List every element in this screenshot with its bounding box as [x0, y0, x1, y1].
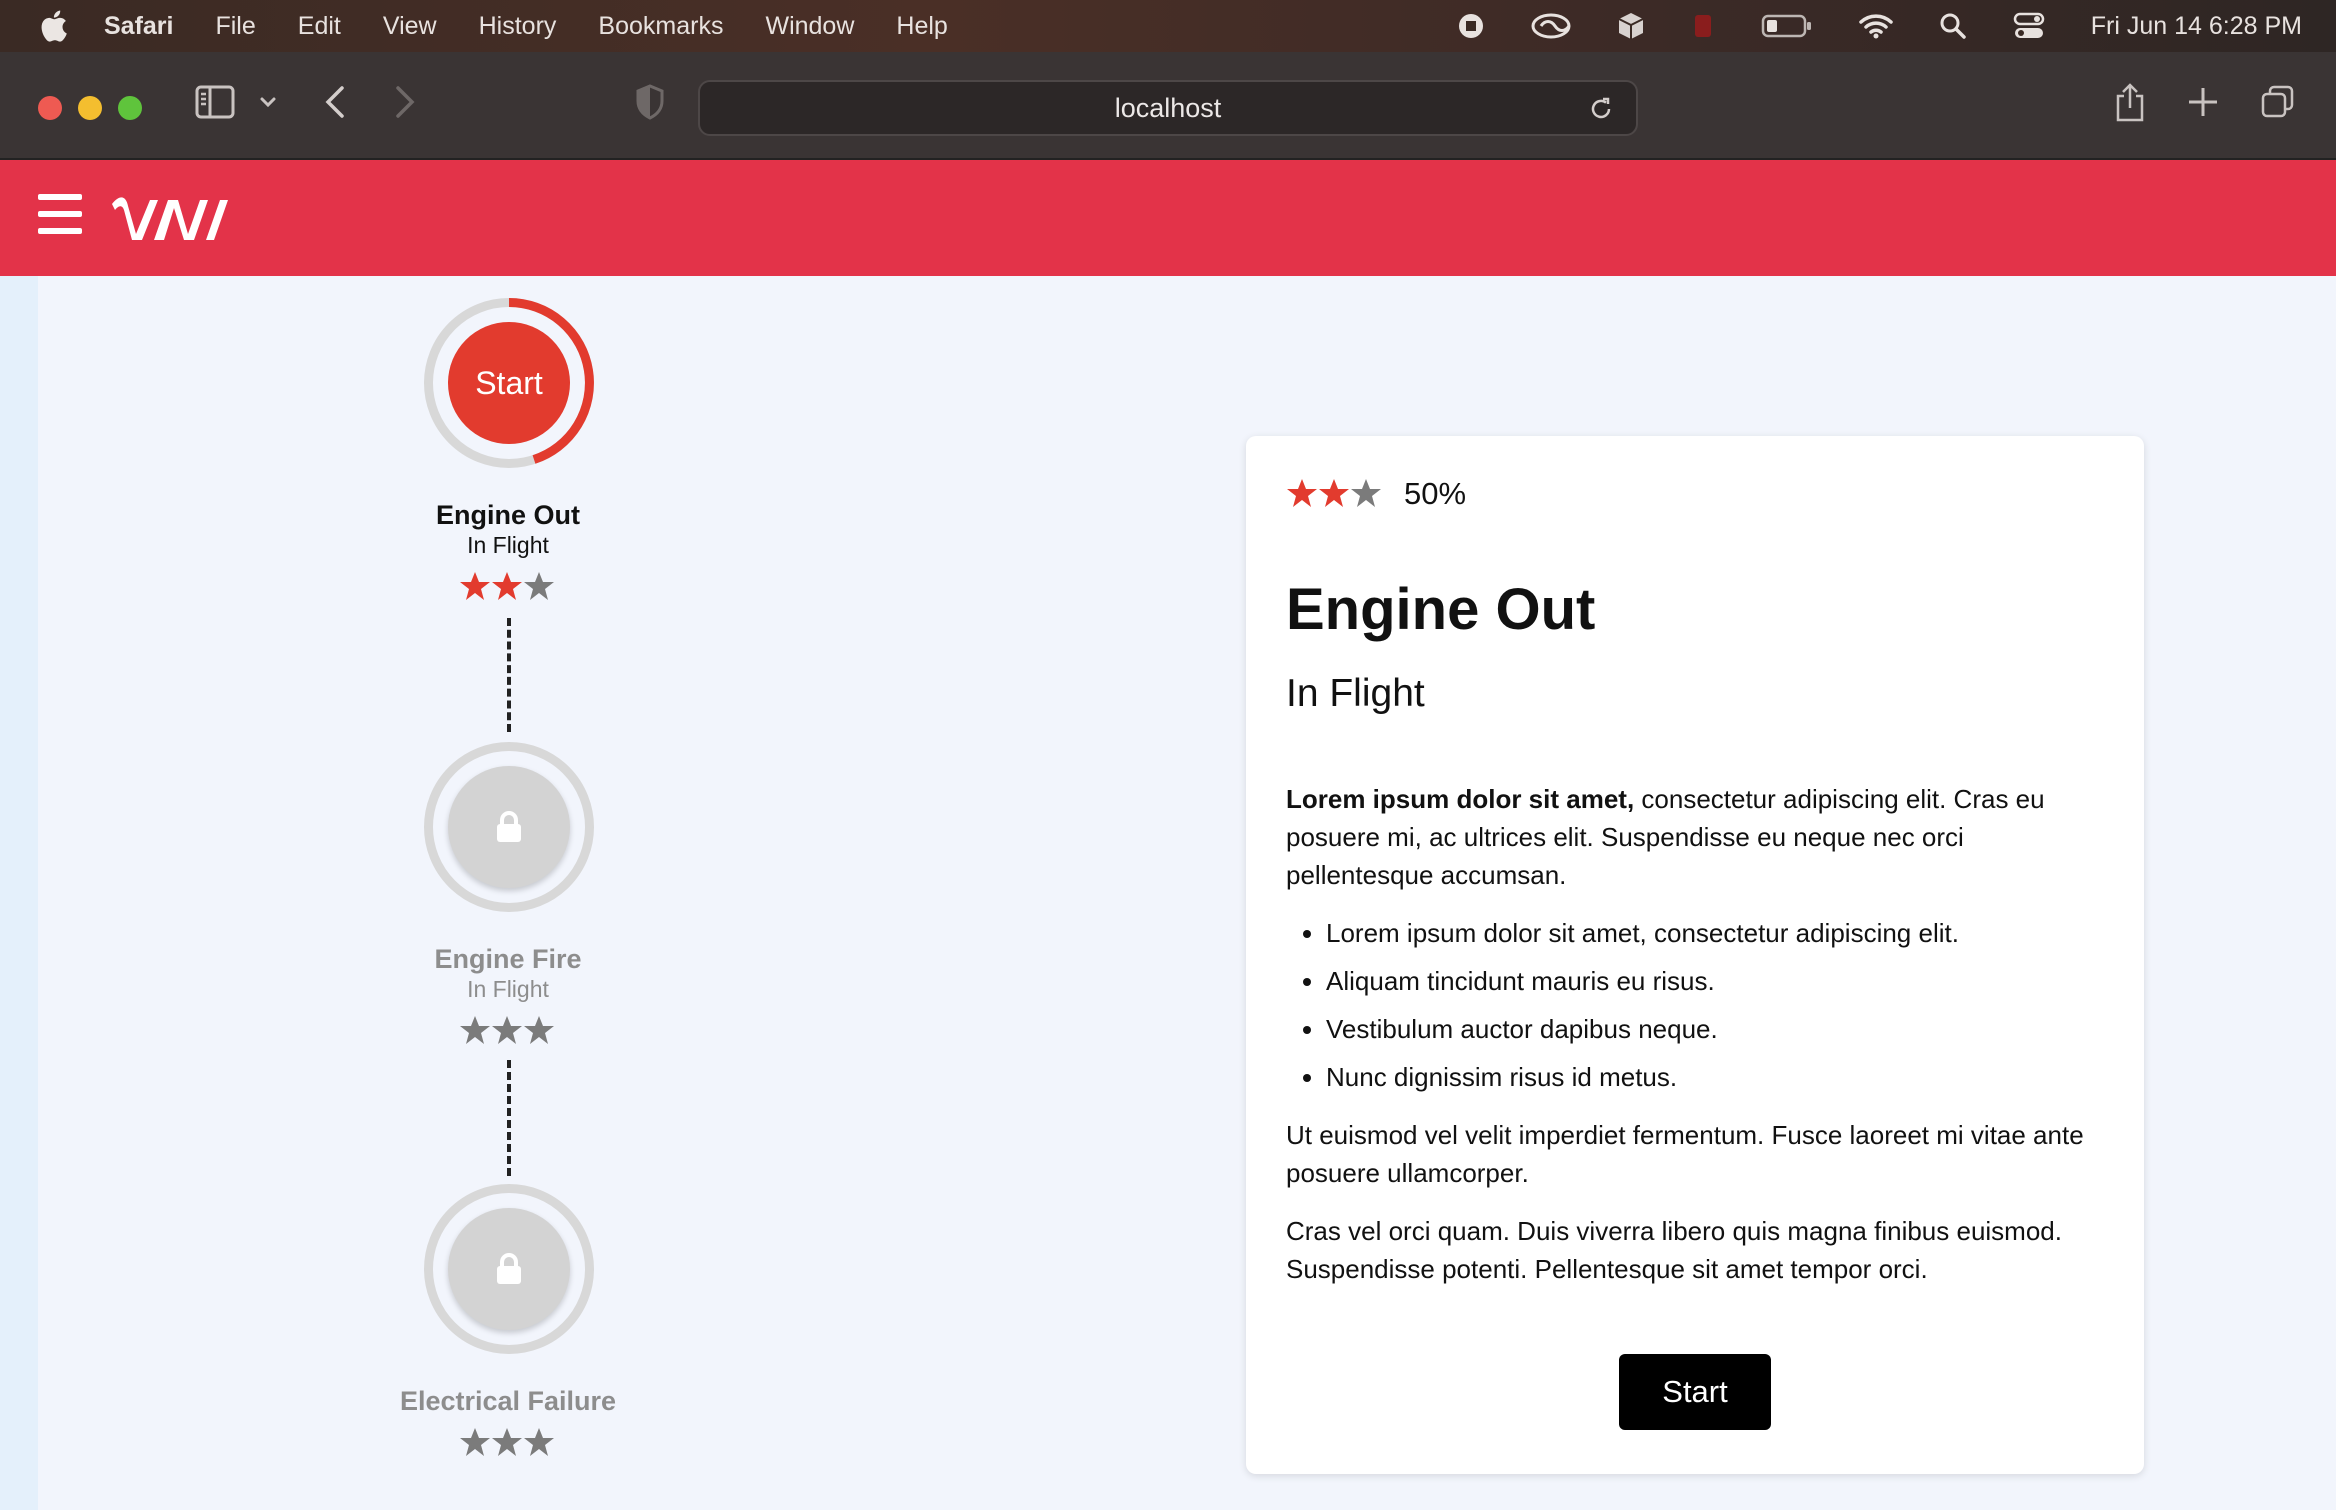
bullet-list: Lorem ipsum dolor sit amet, consectetur … — [1326, 914, 2116, 1096]
menu-edit[interactable]: Edit — [298, 12, 341, 41]
window-close-button[interactable] — [38, 96, 62, 120]
locked-node-button[interactable] — [448, 1208, 570, 1330]
browser-toolbar: localhost — [0, 52, 2336, 160]
privacy-shield-icon[interactable] — [634, 82, 666, 122]
menu-app-name[interactable]: Safari — [104, 12, 173, 41]
star-empty-icon — [524, 1428, 554, 1456]
lesson-detail-card: 50% Engine Out In Flight Lorem ipsum dol… — [1246, 436, 2144, 1474]
star-empty-icon — [492, 1428, 522, 1456]
share-icon[interactable] — [2114, 82, 2146, 124]
star-filled-icon — [1287, 479, 1317, 507]
star-filled-icon — [460, 572, 490, 600]
list-item: Aliquam tincidunt mauris eu risus. — [1326, 962, 2116, 1000]
card-description: Lorem ipsum dolor sit amet, consectetur … — [1286, 780, 2116, 1308]
list-item: Vestibulum auctor dapibus neque. — [1326, 1010, 2116, 1048]
app-header — [0, 160, 2336, 276]
menubar-clock[interactable]: Fri Jun 14 6:28 PM — [2091, 12, 2302, 41]
lock-icon — [497, 1253, 521, 1284]
menu-help[interactable]: Help — [896, 12, 947, 41]
menu-view[interactable]: View — [383, 12, 437, 41]
wifi-icon[interactable] — [1859, 13, 1893, 39]
completion-percent: 50% — [1404, 476, 1467, 511]
node-title-engine-out: Engine Out — [436, 500, 580, 530]
forward-arrow-icon[interactable] — [392, 82, 418, 122]
menu-window[interactable]: Window — [765, 12, 854, 41]
control-center-icon[interactable] — [2013, 12, 2045, 40]
paragraph-3: Cras vel orci quam. Duis viverra libero … — [1286, 1216, 2062, 1284]
back-arrow-icon[interactable] — [322, 82, 348, 122]
node-title-electrical-failure: Electrical Failure — [399, 1386, 617, 1416]
star-filled-icon — [1319, 479, 1349, 507]
start-node-label: Start — [475, 364, 543, 401]
path-node-engine-out[interactable]: Start — [424, 298, 594, 468]
card-rating: 50% — [1286, 476, 1466, 512]
list-item: Lorem ipsum dolor sit amet, consectetur … — [1326, 914, 2116, 952]
card-subtitle: In Flight — [1286, 672, 1425, 715]
app-status-icon[interactable] — [1691, 11, 1715, 41]
star-empty-icon — [460, 1428, 490, 1456]
node-stars-electrical-failure — [459, 1426, 559, 1460]
star-filled-icon — [492, 572, 522, 600]
start-button[interactable]: Start — [1619, 1354, 1771, 1430]
menu-bookmarks[interactable]: Bookmarks — [598, 12, 723, 41]
menu-file[interactable]: File — [215, 12, 255, 41]
star-empty-icon — [492, 1016, 522, 1044]
node-subtitle-engine-out: In Flight — [467, 532, 549, 558]
address-bar[interactable]: localhost — [698, 80, 1638, 136]
screen-record-icon[interactable] — [1457, 12, 1485, 40]
node-subtitle-engine-fire: In Flight — [467, 976, 549, 1002]
window-zoom-button[interactable] — [118, 96, 142, 120]
package-icon[interactable] — [1617, 11, 1645, 41]
window-minimize-button[interactable] — [78, 96, 102, 120]
chevron-down-icon[interactable] — [258, 92, 278, 112]
star-empty-icon — [524, 1016, 554, 1044]
path-node-electrical-failure[interactable] — [424, 1184, 594, 1354]
intro-bold: Lorem ipsum dolor sit amet, — [1286, 784, 1635, 814]
path-connector — [507, 1060, 511, 1176]
path-node-engine-fire[interactable] — [424, 742, 594, 912]
star-empty-icon — [1351, 479, 1381, 507]
apple-logo-icon[interactable] — [38, 9, 68, 43]
node-stars-engine-out — [459, 570, 559, 604]
vavi-logo[interactable] — [110, 190, 236, 246]
list-item: Nunc dignissim risus id metus. — [1326, 1058, 2116, 1096]
menubar-status-area: Fri Jun 14 6:28 PM — [1457, 0, 2336, 52]
spotlight-search-icon[interactable] — [1939, 12, 1967, 40]
battery-icon[interactable] — [1761, 13, 1813, 39]
path-connector — [507, 618, 511, 732]
star-empty-icon — [460, 1016, 490, 1044]
lock-icon — [497, 811, 521, 842]
start-node-button[interactable]: Start — [448, 322, 570, 444]
macos-menubar: Safari File Edit View History Bookmarks … — [0, 0, 2336, 52]
tab-overview-icon[interactable] — [2260, 82, 2296, 122]
paragraph-2: Ut euismod vel velit imperdiet fermentum… — [1286, 1120, 2084, 1188]
menu-history[interactable]: History — [479, 12, 557, 41]
intro-paragraph: Lorem ipsum dolor sit amet, consectetur … — [1286, 780, 2116, 894]
main-content: Start Engine Out In Flight Engine Fire I… — [0, 276, 2336, 1510]
node-title-engine-fire: Engine Fire — [434, 944, 582, 974]
card-title: Engine Out — [1286, 577, 1596, 642]
reload-icon[interactable] — [1588, 96, 1614, 129]
card-stars — [1287, 479, 1381, 507]
creative-cloud-icon[interactable] — [1531, 12, 1571, 40]
sidebar-toggle-icon[interactable] — [194, 82, 236, 122]
node-stars-engine-fire — [459, 1014, 559, 1048]
hamburger-menu-icon[interactable] — [38, 194, 82, 234]
locked-node-button[interactable] — [448, 766, 570, 888]
url-text: localhost — [1114, 92, 1222, 123]
new-tab-icon[interactable] — [2188, 82, 2218, 122]
left-edge-strip — [0, 276, 38, 1510]
star-empty-icon — [524, 572, 554, 600]
